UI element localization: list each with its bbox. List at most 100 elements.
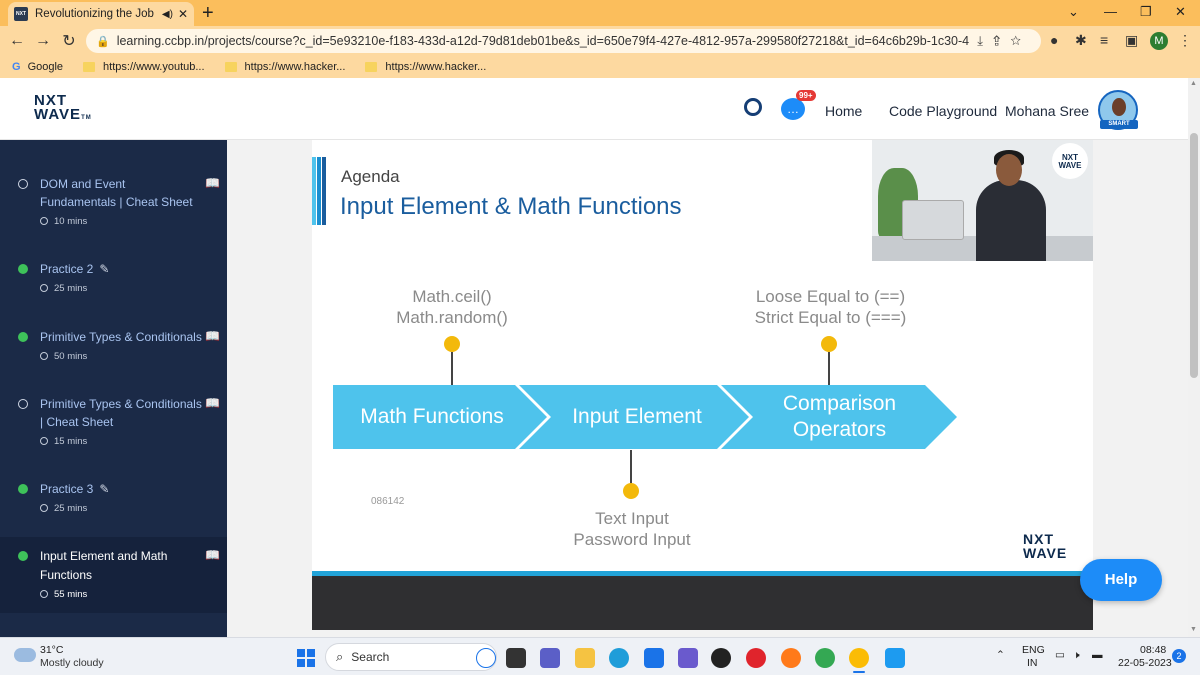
- cloud-weather-icon[interactable]: [14, 648, 36, 662]
- twitter-icon[interactable]: [885, 648, 905, 668]
- book-icon: 📖: [205, 176, 220, 190]
- sidebar-item-primitive-types[interactable]: Primitive Types & Conditionals 📖 50 mins: [0, 323, 227, 368]
- duration: 15 mins: [40, 436, 87, 447]
- language-in[interactable]: IN: [1027, 657, 1038, 669]
- more-menu-icon[interactable]: ⋮: [1178, 32, 1192, 49]
- video-player-controls-area[interactable]: [312, 576, 1093, 630]
- address-bar[interactable]: 🔒 learning.ccbp.in/projects/course?c_id=…: [86, 29, 1041, 53]
- tray-chevron-icon[interactable]: ⌃: [996, 649, 1005, 661]
- bookmark-hacker-1[interactable]: https://www.hacker...: [224, 61, 345, 73]
- bookmark-page-icon: [83, 62, 96, 72]
- chat-icon[interactable]: …: [781, 98, 805, 120]
- teams-chat-icon[interactable]: [540, 648, 560, 668]
- store-icon[interactable]: [678, 648, 698, 668]
- taskbar-search[interactable]: ⌕ Search: [325, 643, 497, 671]
- file-explorer-icon[interactable]: [575, 648, 595, 668]
- slide-nxtwave-logo: NXT WAVE: [1023, 531, 1068, 561]
- slide-code: 086142: [371, 496, 405, 507]
- mail-icon[interactable]: [644, 648, 664, 668]
- dell-icon[interactable]: [711, 648, 731, 668]
- site-header: NXT WAVETM … 99+ Home Code Playground Mo…: [0, 78, 1188, 140]
- reload-icon[interactable]: ↻: [56, 31, 82, 51]
- duration: 25 mins: [40, 503, 87, 514]
- stopwatch-icon[interactable]: [744, 98, 762, 116]
- weather-temp[interactable]: 31°C: [40, 644, 63, 656]
- nav-home[interactable]: Home: [825, 103, 862, 119]
- sidebar-item-dom-cheat-sheet[interactable]: DOM and Event Fundamentals | Cheat Sheet…: [0, 170, 227, 234]
- puzzle-extensions-icon[interactable]: ✱: [1075, 32, 1087, 49]
- forward-icon[interactable]: →: [30, 32, 56, 50]
- clock-icon: [40, 284, 48, 292]
- instructor-video: NXT WAVE: [872, 140, 1093, 261]
- nav-code-playground[interactable]: Code Playground: [889, 103, 997, 119]
- back-icon[interactable]: ←: [4, 32, 30, 50]
- page-scrollbar[interactable]: ▲ ▼: [1188, 78, 1200, 637]
- clock-date[interactable]: 22-05-2023: [1118, 657, 1172, 669]
- comparison-examples: Loose Equal to (==) Strict Equal to (===…: [754, 287, 907, 327]
- tab-audio-icon[interactable]: ◀︎): [162, 9, 173, 20]
- chrome-profile-icon[interactable]: [849, 648, 869, 673]
- notification-badge[interactable]: 2: [1172, 649, 1186, 663]
- browser-tab[interactable]: NXT Revolutionizing the Job Mark ◀︎) ✕: [8, 2, 194, 26]
- timeline-dot: [821, 336, 837, 352]
- book-icon: 📖: [205, 329, 220, 343]
- reading-list-icon[interactable]: ≡: [1100, 32, 1108, 48]
- close-window-icon[interactable]: ✕: [1175, 4, 1186, 20]
- minimize-icon[interactable]: —: [1104, 4, 1117, 19]
- chrome-icon[interactable]: [815, 648, 835, 668]
- book-icon: 📖: [205, 548, 220, 562]
- clock-icon: [40, 504, 48, 512]
- display-icon[interactable]: ▭: [1055, 649, 1065, 661]
- bing-icon[interactable]: [476, 648, 496, 668]
- scroll-down-icon[interactable]: ▼: [1190, 626, 1197, 633]
- browser-toolbar: ← → ↻ 🔒 learning.ccbp.in/projects/course…: [0, 26, 1200, 56]
- bookmark-google[interactable]: G Google: [12, 61, 63, 73]
- bookmark-hacker-2[interactable]: https://www.hacker...: [365, 61, 486, 73]
- timeline-dot: [444, 336, 460, 352]
- scroll-up-icon[interactable]: ▲: [1190, 80, 1197, 87]
- tab-search-chevron-icon[interactable]: ⌄: [1068, 4, 1079, 20]
- duration: 50 mins: [40, 351, 87, 362]
- nxtwave-logo[interactable]: NXT WAVETM: [34, 93, 92, 125]
- sidebar-item-input-element-active[interactable]: Input Element and Math Functions 📖 55 mi…: [0, 537, 227, 613]
- sidebar-item-primitive-types-cheat-sheet[interactable]: Primitive Types & Conditionals | Cheat S…: [0, 390, 227, 454]
- windows-start-icon[interactable]: [297, 649, 315, 667]
- timeline-stem: [451, 352, 453, 386]
- help-button[interactable]: Help: [1080, 559, 1162, 601]
- completed-check-icon: [18, 264, 28, 274]
- step-comparison-operators: Comparison Operators: [782, 392, 897, 441]
- new-tab-button[interactable]: +: [202, 2, 214, 24]
- video-slide[interactable]: Agenda Input Element & Math Functions NX…: [312, 140, 1093, 630]
- chat-badge: 99+: [796, 90, 816, 101]
- firefox-icon[interactable]: [781, 648, 801, 668]
- scrollbar-thumb[interactable]: [1190, 133, 1198, 378]
- language-eng[interactable]: ENG: [1022, 644, 1045, 656]
- battery-icon[interactable]: ▬: [1092, 649, 1103, 661]
- opera-icon[interactable]: [746, 648, 766, 668]
- tab-close-icon[interactable]: ✕: [178, 7, 188, 21]
- tab-title: Revolutionizing the Job Mark: [35, 8, 157, 20]
- user-name[interactable]: Mohana Sree: [1005, 103, 1089, 119]
- side-panel-icon[interactable]: ▣: [1125, 32, 1138, 49]
- edge-icon[interactable]: [609, 648, 629, 668]
- sidebar-item-label: Primitive Types & Conditionals | Cheat S…: [40, 397, 202, 429]
- completed-check-icon: [18, 484, 28, 494]
- omnibox-actions-icons[interactable]: ⤓⇪☆: [977, 33, 1031, 49]
- task-view-icon[interactable]: [506, 648, 526, 668]
- timeline-stem: [828, 352, 830, 386]
- slide-title: Input Element & Math Functions: [340, 193, 682, 220]
- profile-avatar[interactable]: M: [1150, 32, 1168, 50]
- restore-icon[interactable]: ❐: [1140, 4, 1152, 20]
- completed-check-icon: [18, 332, 28, 342]
- sidebar-item-label: Practice 3: [40, 482, 94, 496]
- colorful-extension-icon[interactable]: ●: [1050, 32, 1058, 48]
- weather-desc[interactable]: Mostly cloudy: [40, 657, 104, 669]
- sidebar-item-practice-3[interactable]: Practice 3 ✎ 25 mins: [0, 475, 227, 520]
- accent-bar: [312, 157, 326, 225]
- speaker-muted-icon[interactable]: 🕨: [1073, 649, 1080, 662]
- bookmark-youtube[interactable]: https://www.youtub...: [83, 61, 205, 73]
- pencil-icon: ✎: [99, 482, 110, 496]
- bookmark-page-icon: [224, 62, 237, 72]
- clock-time[interactable]: 08:48: [1140, 644, 1166, 656]
- sidebar-item-practice-2[interactable]: Practice 2 ✎ 25 mins: [0, 255, 227, 300]
